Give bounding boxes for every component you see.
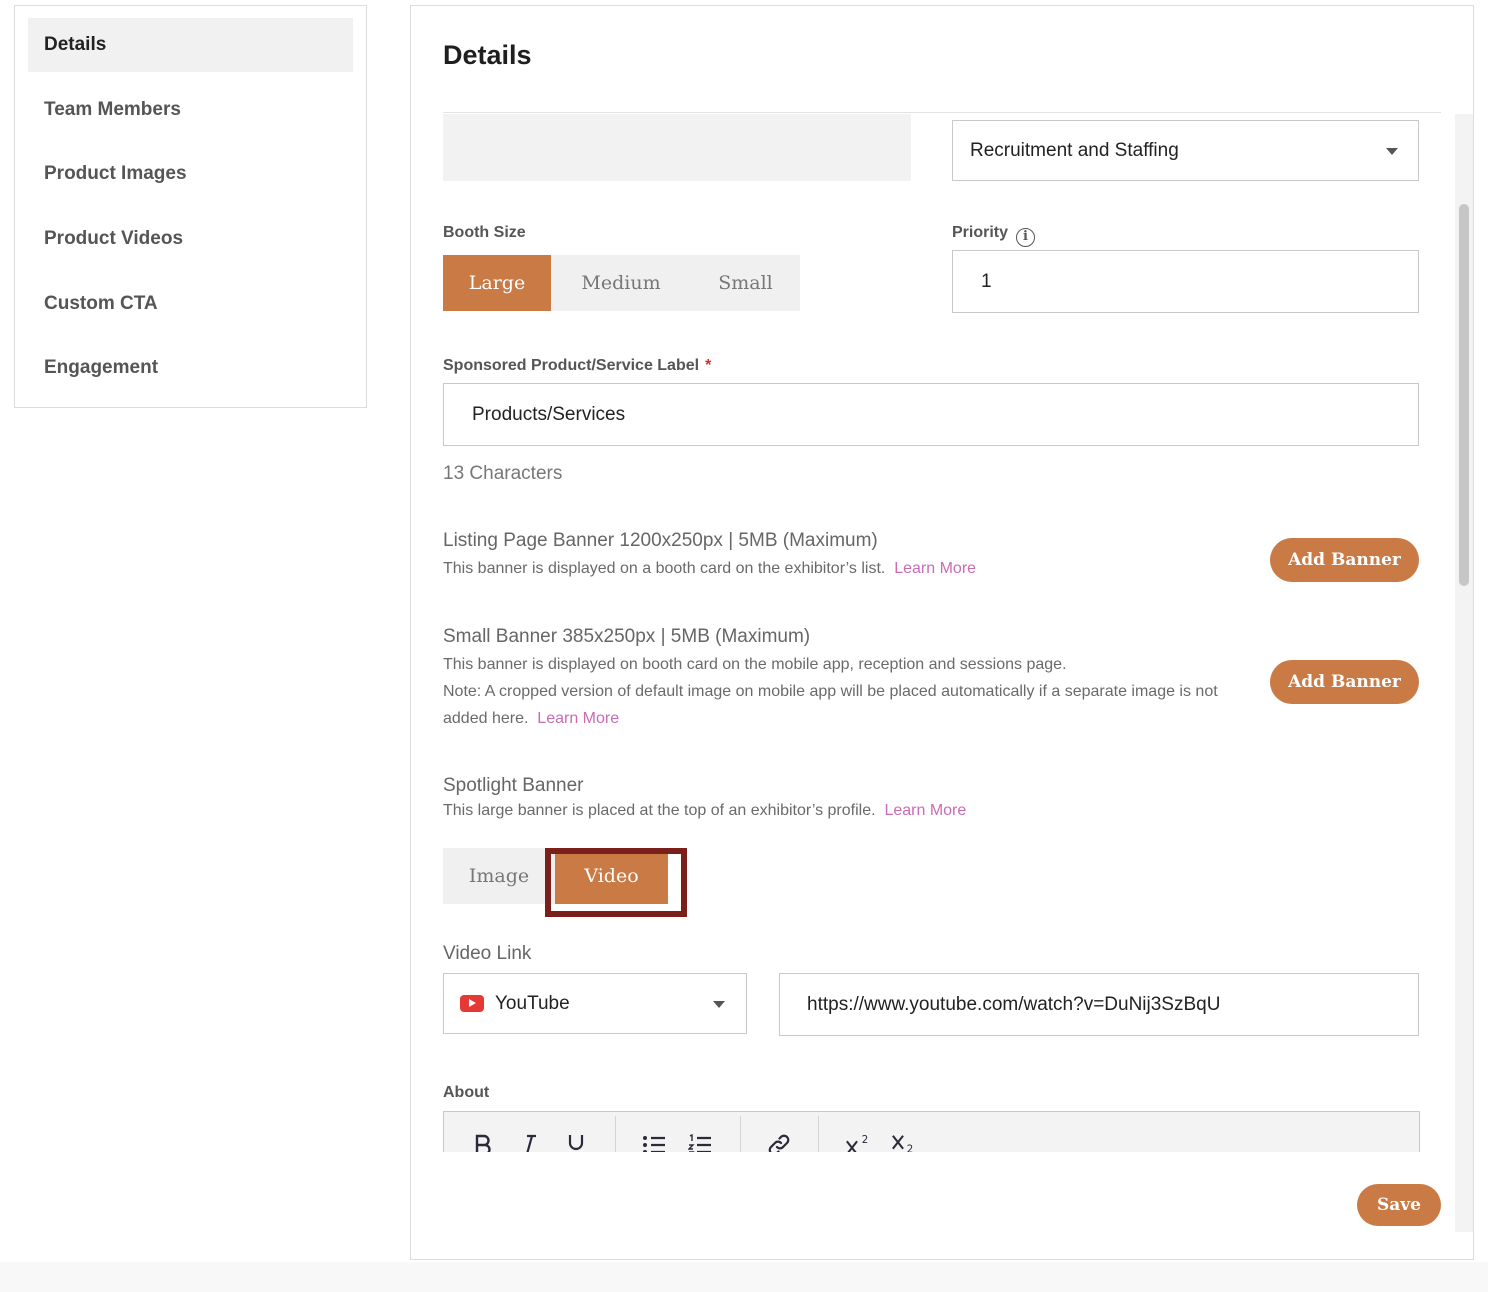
sidebar-item-product-images[interactable]: Product Images (28, 147, 353, 201)
listing-banner-desc-text: This banner is displayed on a booth card… (443, 560, 886, 577)
video-link-label: Video Link (443, 943, 532, 964)
about-label: About (443, 1084, 490, 1101)
sidebar-item-label: Custom CTA (44, 293, 158, 314)
sponsored-label-input-value: Products/Services (472, 403, 626, 425)
subscript-icon[interactable]: 2 (891, 1132, 917, 1152)
details-panel: Details Recruitment and Staffing Booth S… (410, 5, 1474, 1260)
booth-size-small-button[interactable]: Small (691, 255, 800, 311)
link-icon[interactable] (766, 1132, 792, 1152)
small-banner-description: This banner is displayed on booth card o… (443, 651, 1218, 732)
superscript-icon[interactable]: 2 (845, 1132, 871, 1152)
scrollbar[interactable] (1455, 114, 1473, 1232)
page-footer-strip (0, 1262, 1488, 1292)
image-placeholder (443, 114, 911, 181)
spotlight-banner-title: Spotlight Banner (443, 775, 584, 796)
sidebar-item-label: Team Members (44, 99, 181, 120)
sidebar-item-details[interactable]: Details (28, 18, 353, 72)
category-select-value: Recruitment and Staffing (970, 139, 1179, 161)
sidebar-item-engagement[interactable]: Engagement (28, 341, 353, 395)
priority-input-value: 1 (981, 270, 992, 292)
priority-input[interactable]: 1 (952, 250, 1419, 313)
toolbar-divider (615, 1116, 616, 1152)
video-provider-select[interactable]: YouTube (443, 973, 747, 1034)
sponsored-label-label: Sponsored Product/Service Label * (443, 357, 711, 375)
video-url-value: https://www.youtube.com/watch?v=DuNij3Sz… (807, 993, 1221, 1015)
add-small-banner-button[interactable]: Add Banner (1270, 660, 1419, 704)
italic-icon[interactable] (516, 1132, 542, 1152)
sponsored-label-input[interactable]: Products/Services (443, 383, 1419, 446)
spotlight-image-button[interactable]: Image (443, 848, 555, 904)
chevron-down-icon (713, 1001, 725, 1008)
save-button[interactable]: Save (1357, 1184, 1441, 1226)
numbered-list-icon[interactable] (687, 1132, 713, 1152)
youtube-icon (460, 995, 484, 1012)
title-divider (443, 112, 1441, 113)
bullet-list-icon[interactable] (641, 1132, 667, 1152)
learn-more-link[interactable]: Learn More (537, 710, 619, 727)
sidebar-item-label: Engagement (44, 357, 159, 378)
page-title: Details (443, 40, 532, 70)
scrollbar-thumb[interactable] (1459, 204, 1469, 586)
spotlight-banner-desc-text: This large banner is placed at the top o… (443, 802, 876, 819)
sidebar-item-label: Details (44, 34, 107, 55)
booth-size-medium-button[interactable]: Medium (551, 255, 691, 311)
sidebar-item-team-members[interactable]: Team Members (28, 83, 353, 137)
chevron-down-icon (1386, 148, 1398, 155)
sidebar-item-label: Product Videos (44, 228, 184, 249)
svg-text:2: 2 (862, 1135, 869, 1146)
form-scroll-area[interactable]: Recruitment and Staffing Booth Size Larg… (411, 114, 1451, 1152)
category-select[interactable]: Recruitment and Staffing (952, 120, 1419, 181)
spotlight-type-toggle: Image Video (443, 848, 668, 904)
booth-size-label: Booth Size (443, 224, 526, 241)
small-banner-desc-line3-wrap: added here. Learn More (443, 705, 1218, 732)
priority-label: Priority i (952, 224, 1036, 247)
video-url-input[interactable]: https://www.youtube.com/watch?v=DuNij3Sz… (779, 973, 1419, 1036)
rich-text-toolbar: 2 2 (443, 1111, 1420, 1152)
small-banner-title: Small Banner 385x250px | 5MB (Maximum) (443, 626, 811, 647)
toolbar-divider (740, 1116, 741, 1152)
video-provider-value: YouTube (495, 992, 570, 1014)
learn-more-link[interactable]: Learn More (894, 560, 976, 577)
sidebar-nav: Details Team Members Product Images Prod… (14, 5, 367, 408)
listing-banner-description: This banner is displayed on a booth card… (443, 555, 976, 582)
spotlight-video-button[interactable]: Video (555, 848, 668, 904)
sponsored-label-text: Sponsored Product/Service Label (443, 357, 700, 374)
priority-label-text: Priority (952, 224, 1009, 241)
info-icon[interactable]: i (1016, 228, 1036, 247)
character-count: 13 Characters (443, 463, 563, 484)
required-asterisk: * (705, 357, 712, 374)
sidebar-item-label: Product Images (44, 163, 187, 184)
learn-more-link[interactable]: Learn More (884, 802, 966, 819)
bold-icon[interactable] (470, 1132, 496, 1152)
small-banner-desc-line3: added here. (443, 710, 529, 727)
small-banner-desc-line2: Note: A cropped version of default image… (443, 683, 1218, 700)
listing-banner-title: Listing Page Banner 1200x250px | 5MB (Ma… (443, 530, 878, 551)
underline-icon[interactable] (563, 1132, 589, 1152)
small-banner-desc-line1: This banner is displayed on booth card o… (443, 656, 1067, 673)
add-listing-banner-button[interactable]: Add Banner (1270, 538, 1419, 582)
booth-size-large-button[interactable]: Large (443, 255, 551, 311)
booth-size-toggle: Large Medium Small (443, 255, 800, 311)
spotlight-banner-description: This large banner is placed at the top o… (443, 797, 966, 824)
toolbar-divider (818, 1116, 819, 1152)
sidebar-item-product-videos[interactable]: Product Videos (28, 212, 353, 266)
sidebar-item-custom-cta[interactable]: Custom CTA (28, 277, 353, 331)
svg-text:2: 2 (907, 1144, 914, 1152)
